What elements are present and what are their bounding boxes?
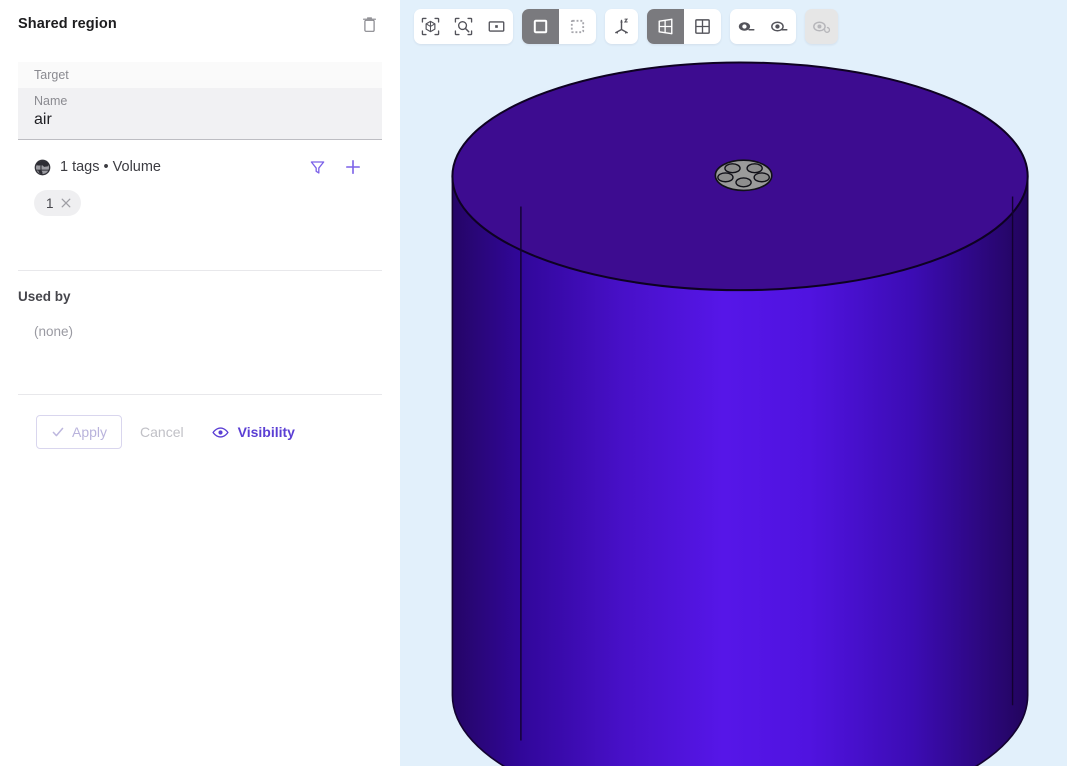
- tag-chip[interactable]: 1: [34, 190, 81, 216]
- eye-minus-alt-icon: [770, 21, 787, 32]
- perforated-disc: [714, 159, 773, 192]
- tag-chip-list: 1: [18, 180, 382, 216]
- add-tag-button[interactable]: [340, 154, 366, 180]
- cube-in-brackets-icon: [421, 17, 440, 36]
- filter-tags-button[interactable]: [304, 154, 330, 180]
- shared-region-panel: Shared region Target Name air 1 tags • V…: [0, 0, 400, 766]
- projection-group: [647, 9, 721, 44]
- close-x-icon: [61, 198, 70, 208]
- visibility-group: [730, 9, 796, 44]
- target-field: Target: [18, 62, 382, 88]
- orthographic-grid-icon: [695, 19, 710, 34]
- target-label: Target: [34, 68, 69, 82]
- reset-visibility-button[interactable]: [805, 9, 838, 44]
- remove-tag-button[interactable]: [60, 197, 72, 209]
- apply-button-label: Apply: [72, 424, 108, 440]
- orthographic-view-button[interactable]: [684, 9, 721, 44]
- tag-chip-label: 1: [46, 195, 54, 211]
- globe-icon: [34, 159, 51, 176]
- visibility-button[interactable]: Visibility: [202, 415, 305, 449]
- zoom-to-point-button[interactable]: [480, 9, 513, 44]
- delete-region-button[interactable]: [356, 11, 382, 37]
- viewport-toolbar: [414, 9, 838, 44]
- fit-to-object-button[interactable]: [414, 9, 447, 44]
- solid-square-icon: [533, 19, 548, 34]
- cancel-button[interactable]: Cancel: [128, 415, 196, 449]
- used-by-section: Used by (none): [0, 271, 400, 339]
- perspective-grid-icon: [658, 18, 673, 35]
- panel-header: Shared region: [0, 6, 400, 42]
- cancel-button-label: Cancel: [140, 424, 184, 440]
- perspective-view-button[interactable]: [647, 9, 684, 44]
- app-root: Shared region Target Name air 1 tags • V…: [0, 0, 1067, 766]
- used-by-title: Used by: [18, 289, 71, 304]
- zoom-to-selection-button[interactable]: [447, 9, 480, 44]
- hide-unselected-button[interactable]: [763, 9, 796, 44]
- panel-actions: Apply Cancel Visibility: [0, 395, 400, 449]
- coordinate-axes-icon: [615, 18, 629, 34]
- eye-icon: [211, 426, 229, 438]
- name-field[interactable]: Name air: [18, 88, 382, 140]
- cylinder-volume: [451, 61, 1029, 766]
- check-icon: [52, 427, 64, 437]
- rectangle-with-dot-icon: [488, 21, 505, 32]
- solid-select-button[interactable]: [522, 9, 559, 44]
- axes-group: [605, 9, 638, 44]
- view-fit-group: [414, 9, 513, 44]
- dashed-square-icon: [570, 19, 585, 34]
- page-title: Shared region: [18, 16, 117, 32]
- used-by-value: (none): [34, 324, 74, 339]
- reset-visibility-group: [805, 9, 838, 44]
- show-axes-button[interactable]: [605, 9, 638, 44]
- box-select-button[interactable]: [559, 9, 596, 44]
- magnifier-in-brackets-icon: [454, 17, 473, 36]
- selection-mode-group: [522, 9, 596, 44]
- eye-minus-icon: [738, 22, 754, 31]
- tags-summary-label: 1 tags • Volume: [60, 159, 161, 175]
- hide-selected-button[interactable]: [730, 9, 763, 44]
- trash-icon: [362, 16, 376, 32]
- name-label: Name: [34, 94, 68, 108]
- tags-actions: [304, 154, 366, 180]
- eye-reset-icon: [812, 21, 830, 33]
- region-form: Target Name air 1 tags • Volume 1: [0, 62, 400, 216]
- visibility-button-label: Visibility: [237, 424, 295, 440]
- name-input[interactable]: air: [34, 110, 366, 130]
- filter-funnel-icon: [310, 160, 324, 174]
- plus-icon: [346, 160, 360, 174]
- tags-row: 1 tags • Volume: [18, 140, 382, 180]
- 3d-viewport[interactable]: [400, 0, 1067, 766]
- apply-button[interactable]: Apply: [36, 415, 123, 449]
